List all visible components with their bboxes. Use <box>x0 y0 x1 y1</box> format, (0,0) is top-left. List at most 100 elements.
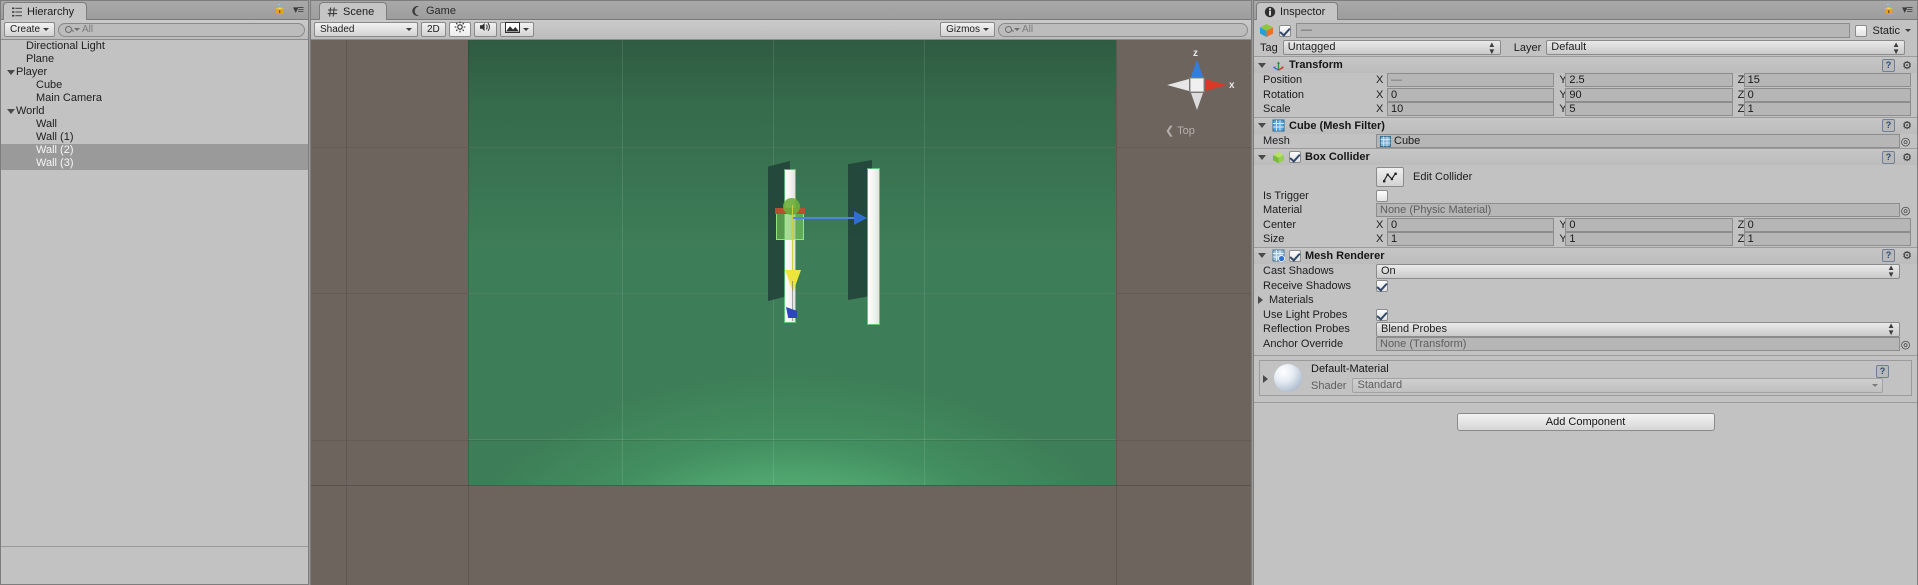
component-foldout-icon[interactable] <box>1258 62 1266 68</box>
field-x[interactable]: 0 <box>1387 87 1555 102</box>
component-enabled-checkbox[interactable] <box>1289 249 1301 262</box>
field-z[interactable]: 0 <box>1743 87 1911 102</box>
tab-hierarchy[interactable]: Hierarchy <box>3 2 88 20</box>
grid-line <box>1116 40 1117 585</box>
foldout-expanded-icon[interactable] <box>5 109 16 114</box>
layer-dropdown[interactable]: Default ▲ ▼ <box>1546 40 1905 55</box>
field-x[interactable]: 10 <box>1387 102 1555 117</box>
hierarchy-item-directional-light[interactable]: Directional Light <box>1 40 308 53</box>
property-checkbox[interactable] <box>1376 279 1388 292</box>
gameobject-enabled-checkbox[interactable] <box>1279 24 1291 37</box>
component-foldout-icon[interactable] <box>1258 123 1266 129</box>
hierarchy-item-wall-2[interactable]: Wall (2) <box>1 144 308 157</box>
scene-audio-toggle[interactable] <box>473 22 497 37</box>
scene-viewport[interactable]: z x ❮ Top <box>311 40 1251 585</box>
field-y[interactable]: 1 <box>1565 232 1733 247</box>
materials-foldout-icon[interactable] <box>1258 296 1263 305</box>
mesh-icon <box>1380 135 1391 147</box>
component-foldout-icon[interactable] <box>1258 154 1266 160</box>
scene-lighting-toggle[interactable] <box>448 21 471 37</box>
create-button[interactable]: Create <box>4 22 56 37</box>
object-picker-icon[interactable]: ◎ <box>1900 135 1911 148</box>
field-x[interactable]: 0 <box>1387 217 1555 232</box>
material-preview-box[interactable]: Default-Material Shader Standard ? <box>1259 360 1912 397</box>
shader-dropdown[interactable]: Standard <box>1352 378 1883 394</box>
help-icon[interactable]: ? <box>1882 249 1895 263</box>
hierarchy-item-main-camera[interactable]: Main Camera <box>1 92 308 105</box>
field-x[interactable]: — <box>1387 73 1555 88</box>
scene-search-input[interactable]: All <box>998 22 1248 37</box>
lock-icon[interactable]: 🔒 <box>274 4 286 15</box>
selection-outline-right <box>867 168 880 325</box>
component-enabled-checkbox[interactable] <box>1289 151 1301 164</box>
field-z[interactable]: 0 <box>1743 217 1911 232</box>
gameobject-name-field[interactable]: — <box>1296 23 1851 38</box>
property-row: Edit Collider <box>1254 165 1917 188</box>
component-header-cube-mesh-filter[interactable]: Cube (Mesh Filter)? ⚙ <box>1254 116 1917 134</box>
foldout-expanded-icon[interactable] <box>5 70 16 75</box>
component-foldout-icon[interactable] <box>1258 253 1266 259</box>
gizmo-y-axis-arrow[interactable] <box>785 270 801 292</box>
hierarchy-item-wall-1[interactable]: Wall (1) <box>1 131 308 144</box>
gear-icon[interactable]: ⚙ <box>1902 249 1912 262</box>
property-checkbox[interactable] <box>1376 189 1388 202</box>
component-header-mesh-renderer[interactable]: Mesh Renderer? ⚙ <box>1254 246 1917 264</box>
panel-menu-icon[interactable]: ▾≡ <box>1902 3 1913 16</box>
object-field[interactable]: Cube <box>1376 134 1900 149</box>
static-checkbox[interactable] <box>1855 24 1868 37</box>
gizmo-x-axis-arrow[interactable] <box>854 211 867 225</box>
tag-dropdown[interactable]: Untagged ▲ ▼ <box>1282 40 1501 55</box>
help-icon[interactable]: ? <box>1882 58 1895 72</box>
gear-icon[interactable]: ⚙ <box>1902 119 1912 132</box>
hierarchy-item-wall-3[interactable]: Wall (3) <box>1 157 308 170</box>
object-field[interactable]: None (Physic Material) <box>1376 203 1900 218</box>
field-y[interactable]: 90 <box>1565 87 1733 102</box>
property-dropdown[interactable]: Blend Probes ▲ ▼ <box>1376 321 1900 338</box>
property-row: Rotation X 0 Y 90 Z 0 <box>1254 87 1917 103</box>
field-y[interactable]: 0 <box>1565 217 1733 232</box>
component-header-transform[interactable]: Transform? ⚙ <box>1254 56 1917 73</box>
tab-scene[interactable]: Scene <box>319 2 388 20</box>
property-checkbox[interactable] <box>1376 308 1388 321</box>
object-field[interactable]: None (Transform) <box>1376 337 1900 352</box>
field-z[interactable]: 1 <box>1743 102 1911 117</box>
static-chevron-down-icon[interactable] <box>1905 29 1911 32</box>
object-picker-icon[interactable]: ◎ <box>1900 204 1911 217</box>
hierarchy-item-wall[interactable]: Wall <box>1 118 308 131</box>
draw-mode-dropdown[interactable]: Shaded <box>314 22 418 37</box>
hierarchy-search-input[interactable]: All <box>58 22 305 37</box>
property-dropdown[interactable]: On ▲ ▼ <box>1376 263 1900 279</box>
lock-icon[interactable]: 🔒 <box>1883 4 1895 15</box>
hierarchy-item-world[interactable]: World <box>1 105 308 118</box>
hierarchy-item-plane[interactable]: Plane <box>1 53 308 66</box>
component-list: Transform? ⚙ Position X — Y 2.5 Z 15 Rotation X 0 Y 9… <box>1254 56 1917 357</box>
gizmos-dropdown[interactable]: Gizmos <box>940 22 995 37</box>
field-y[interactable]: 5 <box>1565 102 1733 117</box>
help-icon[interactable]: ? <box>1882 150 1895 164</box>
tab-game[interactable]: Game <box>403 2 468 20</box>
object-picker-icon[interactable]: ◎ <box>1900 338 1911 351</box>
panel-menu-icon[interactable]: ▾≡ <box>293 3 304 16</box>
help-icon[interactable]: ? <box>1882 119 1895 133</box>
tab-inspector[interactable]: Inspector <box>1256 2 1339 20</box>
material-foldout-icon[interactable] <box>1263 375 1268 384</box>
edit-collider-button[interactable] <box>1376 166 1404 187</box>
tab-inspector-label: Inspector <box>1280 5 1326 18</box>
hierarchy-item-cube[interactable]: Cube <box>1 79 308 92</box>
updown-icon: ▲ ▼ <box>1887 321 1895 338</box>
scene-effects-toggle[interactable] <box>499 21 534 37</box>
two-d-toggle[interactable]: 2D <box>421 22 446 37</box>
hierarchy-item-player[interactable]: Player <box>1 66 308 79</box>
scene-orientation-gizmo[interactable]: z x ❮ Top <box>1153 48 1241 142</box>
gear-icon[interactable]: ⚙ <box>1902 151 1912 164</box>
hierarchy-list[interactable]: Directional Light Plane Player Cube Main Cam… <box>1 40 308 546</box>
help-icon[interactable]: ? <box>1876 365 1889 379</box>
field-z[interactable]: 1 <box>1743 232 1911 247</box>
transform-icon <box>1272 59 1285 72</box>
field-x[interactable]: 1 <box>1387 232 1555 247</box>
field-y[interactable]: 2.5 <box>1565 73 1733 88</box>
component-header-box-collider[interactable]: Box Collider? ⚙ <box>1254 148 1917 166</box>
field-z[interactable]: 15 <box>1743 73 1911 88</box>
add-component-button[interactable]: Add Component <box>1456 413 1715 432</box>
gear-icon[interactable]: ⚙ <box>1902 59 1912 72</box>
